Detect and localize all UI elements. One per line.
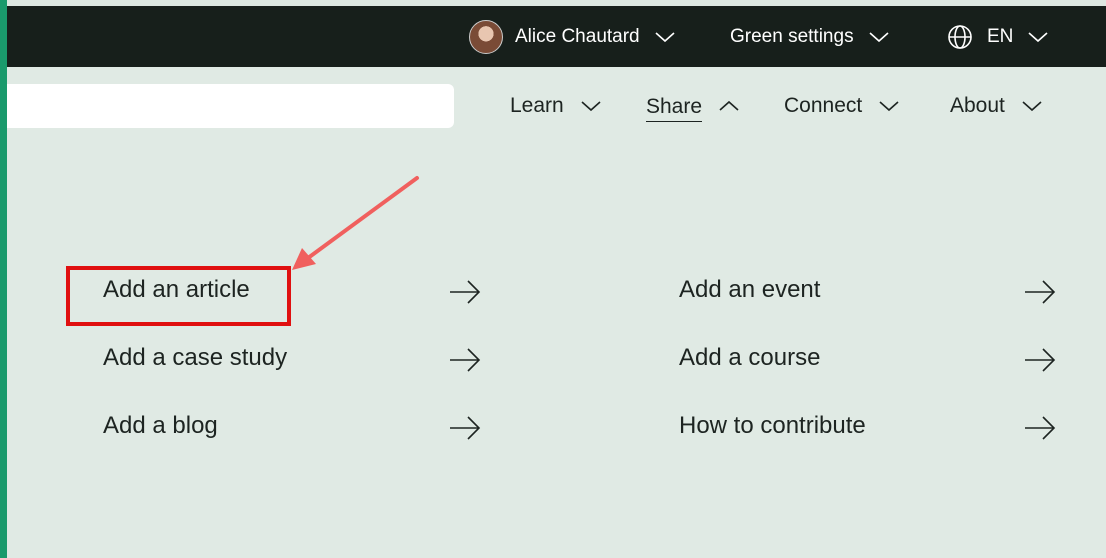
arrow-right-icon[interactable] [1024, 280, 1056, 304]
menu-link-label: Add a blog [103, 412, 218, 439]
menu-link-add-event[interactable]: Add an event [679, 270, 820, 310]
highlight-box [66, 266, 291, 326]
menu-link-add-blog[interactable]: Add a blog [103, 406, 218, 446]
nav-connect-label: Connect [784, 94, 863, 117]
nav-about[interactable]: About [950, 86, 1043, 126]
menu-link-label: Add an event [679, 276, 821, 303]
menu-link-how-to-contribute[interactable]: How to contribute [679, 406, 866, 446]
menu-link-add-course[interactable]: Add a course [679, 338, 820, 378]
nav-share[interactable]: Share [646, 86, 740, 126]
language-selector[interactable]: EN [947, 6, 1049, 67]
user-name: Alice Chautard [515, 25, 640, 47]
arrow-right-icon[interactable] [1024, 348, 1056, 372]
nav-connect[interactable]: Connect [784, 86, 900, 126]
menu-link-label: Add a case study [103, 344, 288, 371]
chevron-down-icon [868, 30, 890, 44]
language-label: EN [987, 25, 1014, 47]
menu-link-label: How to contribute [679, 412, 866, 439]
nav-share-label: Share [646, 95, 703, 122]
green-settings-label: Green settings [730, 25, 854, 47]
search-input[interactable] [7, 84, 454, 128]
top-utility-bar: Alice Chautard Green settings EN [7, 6, 1106, 67]
menu-link-label: Add a course [679, 344, 821, 371]
globe-icon [947, 24, 973, 50]
nav-learn-label: Learn [510, 94, 564, 117]
chevron-down-icon [878, 99, 900, 113]
green-settings-menu[interactable]: Green settings [730, 6, 890, 67]
nav-learn[interactable]: Learn [510, 86, 602, 126]
nav-about-label: About [950, 94, 1005, 117]
arrow-right-icon[interactable] [449, 416, 481, 440]
avatar [469, 19, 503, 54]
chevron-down-icon [580, 99, 602, 113]
chevron-up-icon [718, 99, 740, 113]
arrow-right-icon[interactable] [449, 280, 481, 304]
left-accent-bar [0, 0, 7, 558]
arrow-right-icon[interactable] [1024, 416, 1056, 440]
menu-link-add-case-study[interactable]: Add a case study [103, 338, 287, 378]
arrow-right-icon[interactable] [449, 348, 481, 372]
chevron-down-icon [654, 30, 676, 44]
user-menu[interactable]: Alice Chautard [469, 6, 676, 67]
chevron-down-icon [1021, 99, 1043, 113]
chevron-down-icon [1027, 30, 1049, 44]
